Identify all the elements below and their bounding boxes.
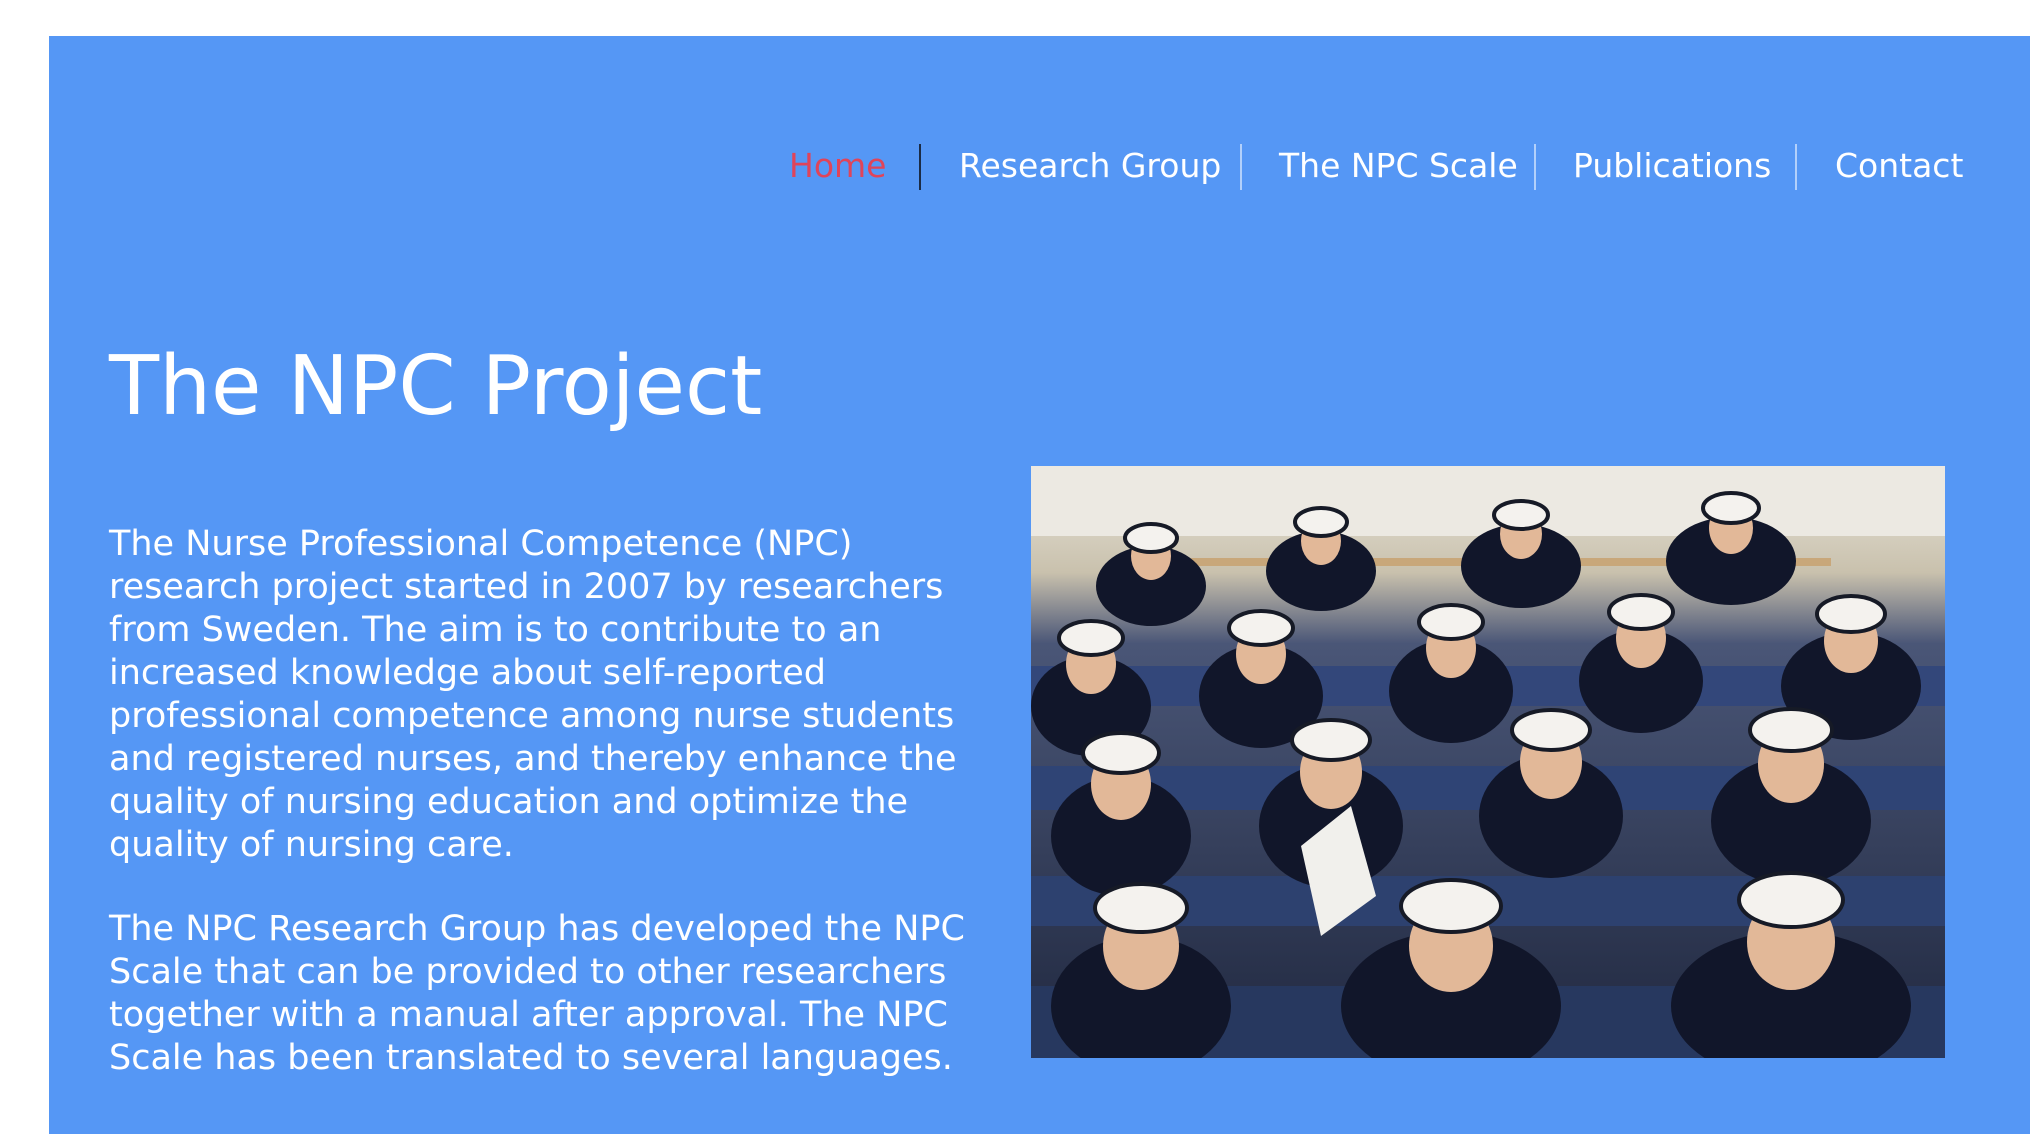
scale-paragraph: The NPC Research Group has developed the… (109, 909, 965, 1078)
intro-paragraph: The Nurse Professional Competence (NPC) … (109, 524, 957, 865)
nav-separator (1795, 144, 1797, 190)
nav-publications[interactable]: Publications (1573, 132, 1771, 200)
nav-home[interactable]: Home (789, 132, 886, 200)
hero-panel: Home Research Group The NPC Scale Public… (49, 36, 2030, 1134)
nav-npc-scale[interactable]: The NPC Scale (1279, 132, 1518, 200)
nav-contact[interactable]: Contact (1835, 132, 1963, 200)
nav-separator (1534, 144, 1536, 190)
nursing-students-photo (1031, 466, 1945, 1058)
page-title: The NPC Project (109, 339, 763, 434)
nav-separator (1240, 144, 1242, 190)
nav-separator (919, 144, 921, 190)
main-nav: Home Research Group The NPC Scale Public… (49, 132, 2030, 200)
nav-research-group[interactable]: Research Group (959, 132, 1221, 200)
